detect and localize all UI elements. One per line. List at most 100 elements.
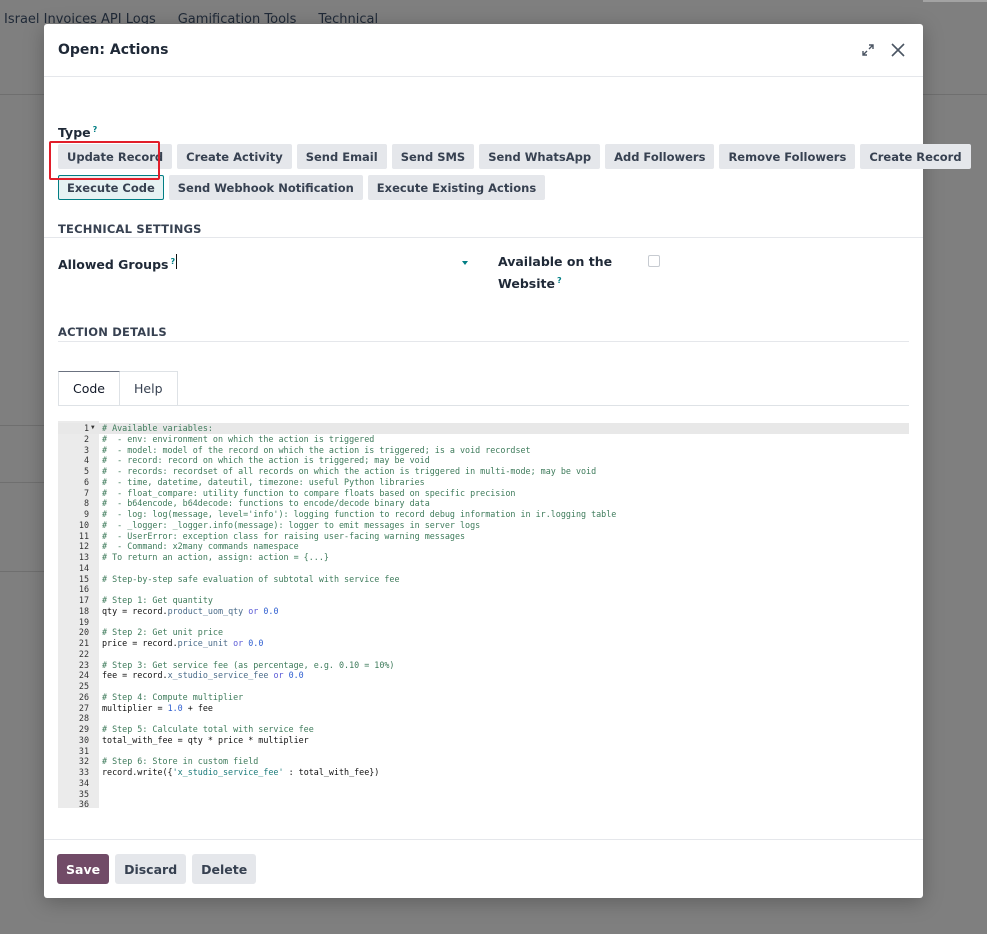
line-number: 25 xyxy=(78,681,89,691)
code-line[interactable]: 29 # Step 5: Calculate total with service… xyxy=(58,724,909,735)
line-number: 23 xyxy=(78,659,89,670)
code-line[interactable]: 30 total_with_fee = qty * price * multipl… xyxy=(58,735,909,746)
code-line[interactable]: 9 # - log: log(message, level='info'): lo… xyxy=(58,509,909,520)
available-on-website-label: Available on the Website? xyxy=(498,254,613,292)
line-number: 18 xyxy=(78,605,89,616)
type-send-webhook-button[interactable]: Send Webhook Notification xyxy=(168,175,363,200)
help-icon[interactable]: ? xyxy=(170,257,175,266)
code-line[interactable]: 14 xyxy=(58,563,909,574)
dialog-title: Open: Actions xyxy=(58,42,169,58)
line-number: 29 xyxy=(78,724,89,734)
code-line[interactable]: 4 # - record: record on which the action … xyxy=(58,455,909,466)
technical-settings-title: TECHNICAL SETTINGS xyxy=(58,222,202,236)
code-line[interactable]: 33 record.write({'x_studio_service_fee' :… xyxy=(58,767,909,778)
code-text: record.write({'x_studio_service_fee' : t… xyxy=(102,767,380,777)
code-line[interactable]: 12 # - Command: x2many commands namespace xyxy=(58,541,909,552)
section-divider xyxy=(58,341,909,342)
background-divider xyxy=(0,571,44,572)
line-number: 21 xyxy=(78,638,89,648)
code-line[interactable]: 16 xyxy=(58,584,909,595)
line-number: 34 xyxy=(78,777,89,788)
code-line[interactable]: 19 xyxy=(58,617,909,628)
type-create-activity-button[interactable]: Create Activity xyxy=(177,144,292,169)
type-remove-followers-button[interactable]: Remove Followers xyxy=(719,144,856,169)
type-execute-existing-actions-button[interactable]: Execute Existing Actions xyxy=(367,175,546,200)
code-line[interactable]: 15 # Step-by-step safe evaluation of subt… xyxy=(58,574,909,585)
code-text: # Step 5: Calculate total with service f… xyxy=(102,724,314,734)
code-text: # Available variables: xyxy=(102,423,213,433)
save-button[interactable]: Save xyxy=(57,854,110,884)
code-text: # Step-by-step safe evaluation of subtot… xyxy=(102,573,400,584)
code-text: # To return an action, assign: action = … xyxy=(102,552,329,562)
code-line[interactable]: 11 # - UserError: exception class for rai… xyxy=(58,531,909,542)
allowed-groups-input[interactable] xyxy=(176,254,177,269)
type-send-sms-button[interactable]: Send SMS xyxy=(391,144,475,169)
help-icon[interactable]: ? xyxy=(557,276,562,285)
line-number: 6 xyxy=(83,476,89,487)
code-text: # Step 4: Compute multiplier xyxy=(102,691,244,702)
code-line[interactable]: 6 # - time, datetime, dateutil, timezone:… xyxy=(58,477,909,488)
code-line[interactable]: 3 # - model: model of the record on which… xyxy=(58,445,909,456)
discard-button[interactable]: Discard xyxy=(115,854,187,884)
code-line[interactable]: 23 # Step 3: Get service fee (as percenta… xyxy=(58,660,909,671)
type-add-followers-button[interactable]: Add Followers xyxy=(605,144,715,169)
code-line[interactable]: 31 xyxy=(58,746,909,757)
code-line[interactable]: 17 # Step 1: Get quantity xyxy=(58,595,909,606)
type-label: Type? xyxy=(58,125,98,141)
code-line[interactable]: 35 xyxy=(58,789,909,800)
code-line[interactable]: 10 # - _logger: _logger.info(message): lo… xyxy=(58,520,909,531)
line-number: 24 xyxy=(78,670,89,681)
type-create-record-button[interactable]: Create Record xyxy=(860,144,971,169)
action-details-title: ACTION DETAILS xyxy=(58,325,167,339)
code-text: # - float_compare: utility function to c… xyxy=(102,487,516,498)
line-number: 27 xyxy=(78,702,89,713)
tab-code[interactable]: Code xyxy=(58,371,121,406)
code-line[interactable]: 25 xyxy=(58,681,909,692)
line-number: 35 xyxy=(78,788,89,799)
background-divider xyxy=(0,482,44,483)
code-line[interactable]: 20 # Step 2: Get unit price xyxy=(58,627,909,638)
tabs-divider xyxy=(58,405,909,406)
code-line[interactable]: 36 xyxy=(58,799,909,808)
type-send-email-button[interactable]: Send Email xyxy=(296,144,387,169)
tab-help[interactable]: Help xyxy=(120,371,178,406)
code-line[interactable]: 21 price = record.price_unit or 0.0 xyxy=(58,638,909,649)
close-icon[interactable] xyxy=(887,39,909,61)
code-editor[interactable]: 1 ▼ # Available variables: 2 # - env: enviro… xyxy=(58,421,909,808)
line-number: 33 xyxy=(78,767,89,777)
type-update-record-button[interactable]: Update Record xyxy=(58,144,173,169)
code-text: # - log: log(message, level='info'): log… xyxy=(102,509,617,519)
delete-button[interactable]: Delete xyxy=(192,854,257,884)
type-execute-code-button[interactable]: Execute Code xyxy=(58,175,164,200)
type-send-whatsapp-button[interactable]: Send WhatsApp xyxy=(479,144,601,169)
code-line[interactable]: 13 # To return an action, assign: action … xyxy=(58,552,909,563)
line-number: 7 xyxy=(83,487,89,498)
code-line[interactable]: 27 multiplier = 1.0 + fee xyxy=(58,703,909,714)
allowed-groups-label: Allowed Groups? xyxy=(58,257,176,273)
code-text: # - records: recordset of all records on… xyxy=(102,466,597,476)
code-line[interactable]: 7 # - float_compare: utility function to … xyxy=(58,488,909,499)
expand-icon[interactable] xyxy=(857,39,879,61)
code-line[interactable]: 28 xyxy=(58,713,909,724)
code-line[interactable]: 32 # Step 6: Store in custom field xyxy=(58,756,909,767)
code-line[interactable]: 26 # Step 4: Compute multiplier xyxy=(58,692,909,703)
code-line[interactable]: 22 xyxy=(58,649,909,660)
help-icon[interactable]: ? xyxy=(93,125,98,134)
section-divider xyxy=(44,237,923,238)
code-line[interactable]: 34 xyxy=(58,778,909,789)
code-line[interactable]: 18 qty = record.product_uom_qty or 0.0 xyxy=(58,606,909,617)
type-options-row-2: Execute Code Send Webhook Notification E… xyxy=(58,175,546,200)
dropdown-caret-icon[interactable] xyxy=(462,261,468,265)
line-number: 32 xyxy=(78,756,89,767)
available-on-website-checkbox[interactable] xyxy=(648,255,660,267)
code-line[interactable]: 2 # - env: environment on which the actio… xyxy=(58,434,909,445)
line-number: 26 xyxy=(78,691,89,702)
code-line[interactable]: 8 # - b64encode, b64decode: functions to … xyxy=(58,498,909,509)
code-line[interactable]: 24 fee = record.x_studio_service_fee or 0… xyxy=(58,670,909,681)
line-number: 31 xyxy=(78,745,89,756)
fold-arrow-icon[interactable]: ▼ xyxy=(91,423,95,434)
code-line[interactable]: 5 # - records: recordset of all records o… xyxy=(58,466,909,477)
code-line[interactable]: 1 ▼ # Available variables: xyxy=(58,423,909,434)
code-text: total_with_fee = qty * price * multiplie… xyxy=(102,734,309,745)
code-text: qty = record.product_uom_qty or 0.0 xyxy=(102,605,279,616)
